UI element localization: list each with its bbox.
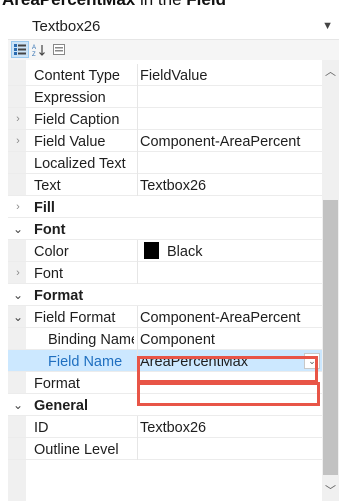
categorized-button[interactable]	[11, 41, 29, 58]
property-value[interactable]: FieldValue	[140, 66, 320, 86]
property-row[interactable]: Field Name AreaPercentMax ⌄	[8, 350, 322, 372]
property-row[interactable]: ID Textbox26	[8, 416, 322, 438]
property-name: Font	[34, 266, 64, 282]
chevron-down-icon[interactable]: ▼	[322, 20, 333, 32]
category-row[interactable]: ⌄ Font	[8, 218, 322, 240]
property-name: Content Type	[34, 68, 120, 84]
column-divider[interactable]	[137, 174, 138, 196]
property-name: Font	[34, 222, 66, 238]
property-value[interactable]	[140, 440, 320, 460]
color-name: Black	[167, 244, 203, 260]
property-name: Format	[34, 376, 80, 392]
property-name: Localized Text	[34, 156, 126, 172]
chevron-down-icon[interactable]: ⌄	[12, 396, 24, 414]
object-selector[interactable]: Textbox26 ▼	[8, 14, 339, 40]
property-value[interactable]: Component-AreaPercent	[140, 308, 320, 328]
column-divider[interactable]	[137, 438, 138, 460]
property-row[interactable]: › Font	[8, 262, 322, 284]
chevron-down-icon[interactable]: ⌄	[12, 220, 24, 238]
category-row[interactable]: › Fill	[8, 196, 322, 218]
property-name: Format	[34, 288, 84, 304]
alphabetical-button[interactable]: A Z	[30, 41, 48, 58]
property-value[interactable]	[140, 374, 320, 394]
chevron-right-icon[interactable]: ›	[12, 110, 24, 128]
property-name: Text	[34, 178, 61, 194]
property-row[interactable]: Color Black	[8, 240, 322, 262]
property-name: Outline Level	[34, 442, 119, 458]
column-divider[interactable]	[137, 64, 138, 86]
property-name: Field Value	[34, 134, 106, 150]
property-name: Fill	[34, 200, 55, 216]
column-divider[interactable]	[137, 152, 138, 174]
dropdown-chevron-icon[interactable]: ⌄	[304, 353, 320, 369]
property-value	[140, 220, 320, 240]
property-value[interactable]	[140, 110, 320, 130]
property-value[interactable]	[140, 264, 320, 284]
column-divider[interactable]	[137, 240, 138, 262]
property-row[interactable]: Expression	[8, 86, 322, 108]
property-value	[140, 286, 320, 306]
property-value	[140, 198, 320, 218]
column-divider[interactable]	[137, 130, 138, 152]
category-row[interactable]: ⌄ Format	[8, 284, 322, 306]
categorized-icon	[14, 44, 26, 55]
property-name: Field Caption	[34, 112, 120, 128]
property-value[interactable]	[140, 88, 320, 108]
property-name: Field Name	[48, 354, 123, 370]
scroll-down-icon[interactable]: ﹀	[322, 483, 339, 499]
column-divider[interactable]	[137, 416, 138, 438]
property-value	[140, 396, 320, 416]
property-name: ID	[34, 420, 49, 436]
column-divider[interactable]	[137, 86, 138, 108]
property-value[interactable]: AreaPercentMax	[140, 352, 320, 372]
object-selector-value: Textbox26	[32, 18, 101, 35]
property-row[interactable]: Content Type FieldValue	[8, 64, 322, 86]
property-value[interactable]: Component-AreaPercent	[140, 132, 320, 152]
property-name: Expression	[34, 90, 106, 106]
chevron-right-icon[interactable]: ›	[12, 198, 24, 216]
vertical-scrollbar[interactable]: ︿ ﹀	[322, 60, 339, 501]
category-row[interactable]: ⌄ General	[8, 394, 322, 416]
column-divider[interactable]	[137, 262, 138, 284]
svg-text:Z: Z	[32, 52, 36, 57]
property-pages-button[interactable]	[50, 41, 68, 58]
property-toolbar: A Z	[8, 40, 339, 60]
scrollbar-thumb[interactable]	[323, 200, 338, 475]
property-row[interactable]: Outline Level	[8, 438, 322, 460]
property-pages-icon	[53, 44, 65, 55]
property-row[interactable]: Localized Text	[8, 152, 322, 174]
property-value[interactable]	[140, 154, 320, 174]
scroll-up-icon[interactable]: ︿	[322, 64, 339, 80]
property-value[interactable]: Textbox26	[140, 418, 320, 438]
alphabetical-icon: A Z	[32, 44, 45, 57]
column-divider[interactable]	[137, 328, 138, 350]
property-row[interactable]: › Field Value Component-AreaPercent	[8, 130, 322, 152]
property-row[interactable]: Text Textbox26	[8, 174, 322, 196]
column-divider[interactable]	[137, 108, 138, 130]
column-divider[interactable]	[137, 372, 138, 394]
property-grid: Content Type FieldValue Expression › Field C…	[8, 60, 339, 501]
property-value[interactable]: Component	[140, 330, 320, 350]
caption-text: AreaPercentMax in the Field	[2, 0, 226, 10]
property-value[interactable]: Textbox26	[140, 176, 320, 196]
property-name: Field Format	[34, 310, 116, 326]
property-row[interactable]: Binding Name Component	[8, 328, 322, 350]
chevron-right-icon[interactable]: ›	[12, 132, 24, 150]
chevron-down-icon[interactable]: ⌄	[12, 286, 24, 304]
property-row[interactable]: › Field Caption	[8, 108, 322, 130]
property-name: General	[34, 398, 88, 414]
column-divider[interactable]	[137, 306, 138, 328]
property-value[interactable]: Black	[140, 242, 320, 262]
property-row[interactable]: Format	[8, 372, 322, 394]
chevron-down-icon[interactable]: ⌄	[12, 308, 24, 326]
property-row[interactable]: ⌄ Field Format Component-AreaPercent	[8, 306, 322, 328]
property-name: Binding Name	[48, 332, 134, 348]
property-name: Color	[34, 244, 69, 260]
column-divider[interactable]	[137, 350, 138, 372]
color-swatch	[144, 242, 159, 259]
chevron-right-icon[interactable]: ›	[12, 264, 24, 282]
caption-strip: AreaPercentMax in the Field	[0, 0, 339, 14]
svg-text:A: A	[32, 45, 36, 51]
